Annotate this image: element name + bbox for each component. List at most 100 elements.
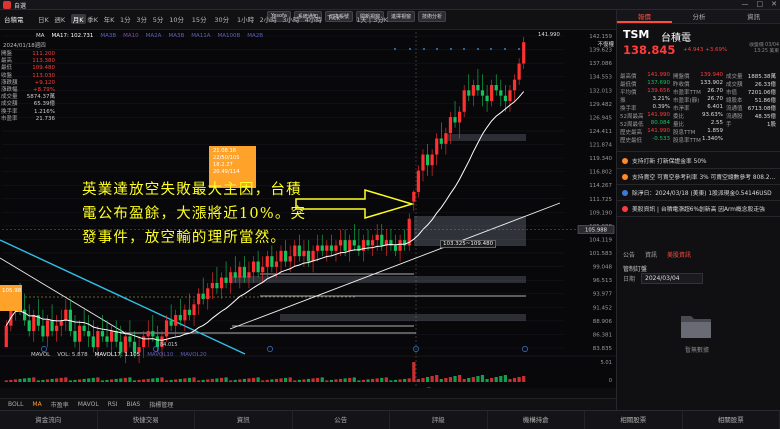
- candle-body: [224, 277, 228, 283]
- timeframe-13[interactable]: 3小時: [282, 14, 299, 24]
- indicator-tab[interactable]: MA: [32, 401, 41, 408]
- top-button-4[interactable]: 進擇視窗: [386, 11, 415, 22]
- ma-legend-item: MA100B: [217, 33, 241, 39]
- candle-body: [233, 272, 237, 278]
- candle-body: [123, 336, 127, 353]
- candle-body: [119, 341, 123, 353]
- event-item[interactable]: 除淨日：2024/03/18 (美東) 1股派現金0.54146USD: [617, 185, 780, 200]
- quote-tab[interactable]: 分析: [672, 10, 727, 23]
- candle-body: [164, 320, 169, 337]
- price-change: +4.943 +3.69%: [683, 47, 728, 53]
- footer-nav-item[interactable]: 相關股票: [585, 411, 683, 429]
- chart-area[interactable]: 142.159 139.623 137.086 134.553 132.013 129.4…: [0, 30, 616, 388]
- footer-nav-item[interactable]: 機構持倉: [488, 411, 585, 429]
- indicator-tab[interactable]: 指標管理: [149, 400, 173, 409]
- top-dot: [394, 48, 396, 50]
- footer-nav-item[interactable]: 評級: [390, 411, 488, 429]
- indicator-tab[interactable]: BOLL: [8, 401, 23, 408]
- footer-nav-item[interactable]: 快捷交易: [98, 411, 195, 429]
- timeframe-16[interactable]: 1天 | 3分K: [356, 14, 388, 24]
- stats-row: 最高價 141.990 開盤價 139.940 成交量 1885.38萬: [620, 72, 780, 80]
- volume-bar: [448, 377, 453, 382]
- timeframe-14[interactable]: 4小時: [305, 14, 322, 24]
- news-tab[interactable]: 公告: [623, 250, 635, 259]
- volume-bar: [87, 378, 91, 382]
- stats-cell: 昨收價 133.902: [673, 80, 726, 88]
- timeframe-9[interactable]: 15分: [192, 14, 207, 24]
- timeframe-7[interactable]: 5分: [153, 14, 164, 24]
- quote-tab[interactable]: 報價: [617, 10, 672, 23]
- footer-nav-item[interactable]: 相關股票: [683, 411, 780, 429]
- volume-bar: [416, 379, 420, 382]
- stat-label: 市淨率: [673, 106, 690, 112]
- volume-bar: [471, 377, 475, 382]
- candle-body: [352, 240, 356, 246]
- volume-bar: [91, 377, 95, 382]
- timeframe-3[interactable]: 季K: [87, 14, 98, 24]
- indicator-tab[interactable]: BIAS: [126, 401, 140, 408]
- volume-bar: [210, 378, 214, 382]
- stat-label: 歷史最高: [620, 130, 643, 136]
- volume-bar: [270, 379, 274, 382]
- price-tick-label: 129.482: [589, 102, 612, 108]
- price-tick-label: 104.119: [589, 237, 612, 243]
- timeframe-1[interactable]: 週K: [54, 14, 65, 24]
- timeframe-5[interactable]: 1分: [120, 14, 131, 24]
- price-tick-label: 126.945: [589, 115, 612, 121]
- timeframe-10[interactable]: 30分: [214, 14, 229, 24]
- candle-body: [229, 272, 233, 283]
- current-price-label: 105.988: [585, 227, 608, 233]
- volume-bar: [366, 379, 370, 382]
- stat-value: 137.690: [647, 80, 670, 86]
- candle-body: [206, 288, 210, 299]
- event-item[interactable]: 支持打新 打新保證金率 50%: [617, 153, 780, 168]
- candle-body: [490, 84, 494, 102]
- indicator-tab[interactable]: RSI: [108, 401, 118, 408]
- adjust-mode[interactable]: 不復權: [597, 40, 614, 48]
- stats-row: 歷史最高 141.990 股息TTM 1.859: [620, 128, 780, 136]
- maximize-icon[interactable]: □: [757, 0, 764, 10]
- indicator-tab[interactable]: MAVOL: [78, 401, 99, 408]
- top-button-5[interactable]: 技術分析: [417, 11, 446, 22]
- timeframe-4[interactable]: 年K: [104, 14, 115, 24]
- close-icon[interactable]: ✕: [771, 0, 777, 10]
- news-tab[interactable]: 資訊: [645, 250, 657, 259]
- info-label: 市盈率: [1, 115, 18, 122]
- price-tick-label: 99.048: [593, 265, 613, 271]
- timeframe-8[interactable]: 10分: [169, 14, 184, 24]
- indicator-tab[interactable]: 市盈率: [51, 400, 69, 409]
- candle-body: [430, 154, 434, 166]
- symbol-label[interactable]: 台積電: [4, 14, 24, 24]
- timeframe-15[interactable]: Tick: [327, 14, 340, 22]
- timeframe-2[interactable]: 月K: [70, 14, 86, 24]
- volume-bar: [467, 378, 471, 382]
- volume-bar: [41, 379, 45, 382]
- event-item[interactable]: 美股資訊 | 台積電漲超6%創新高 因Arm概念股走強: [617, 201, 780, 216]
- news-tab[interactable]: 美股資訊: [667, 250, 691, 259]
- candle-body: [91, 336, 95, 348]
- footer-nav-item[interactable]: 資金流向: [0, 411, 98, 429]
- volume-bar: [164, 380, 169, 382]
- volume-bar: [23, 378, 27, 382]
- timeframe-11[interactable]: 1小時: [237, 14, 254, 24]
- ma-legend-item: MA: [36, 33, 45, 39]
- candle-body: [41, 325, 45, 337]
- info-row: 換手率 1.216%: [1, 109, 55, 116]
- info-label: 換手率: [1, 108, 18, 115]
- stat-value: -0.533: [652, 136, 670, 142]
- event-item[interactable]: 支持賣空 可賣空參考利率 3% 可賣空總數參考 808.2萬股: [617, 169, 780, 184]
- volume-bar: [311, 378, 315, 382]
- stats-grid: 最高價 141.990 開盤價 139.940 成交量 1885.38萬 最低價 137.69…: [620, 72, 780, 144]
- candle-body: [77, 325, 82, 342]
- minimize-icon[interactable]: —: [742, 0, 749, 10]
- timeframe-12[interactable]: 2小時: [260, 14, 277, 24]
- quote-tab[interactable]: 資訊: [726, 10, 780, 23]
- footer-nav-item[interactable]: 資訊: [195, 411, 293, 429]
- candle-body: [284, 250, 288, 262]
- footer-nav-item[interactable]: 公告: [293, 411, 390, 429]
- volume-bar: [320, 377, 324, 382]
- volume-bar: [361, 379, 366, 382]
- timeframe-6[interactable]: 3分: [136, 14, 147, 24]
- date-input[interactable]: [641, 273, 704, 284]
- timeframe-0[interactable]: 日K: [38, 14, 49, 24]
